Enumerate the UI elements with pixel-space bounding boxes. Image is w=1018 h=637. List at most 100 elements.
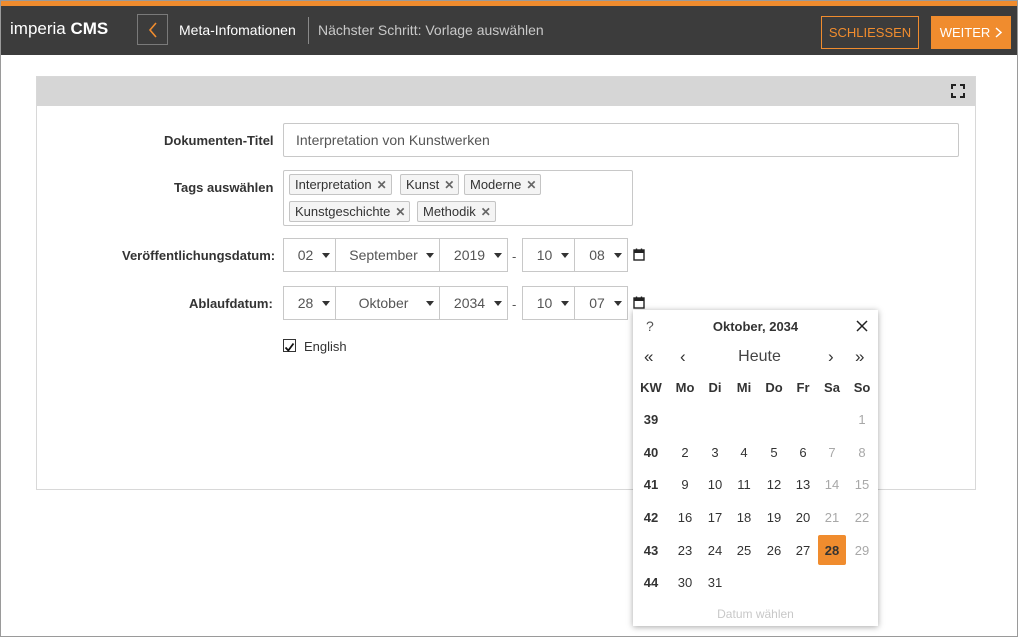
pub-year-select[interactable]: 2019 bbox=[439, 238, 508, 272]
exp-minute-select[interactable]: 07 bbox=[574, 286, 628, 320]
pub-date-label: Veröffentlichungsdatum: bbox=[122, 248, 276, 263]
pub-minute-select[interactable]: 08 bbox=[574, 238, 628, 272]
week-number: 40 bbox=[643, 444, 659, 460]
pub-day-select[interactable]: 02 bbox=[283, 238, 336, 272]
caret-down-icon bbox=[322, 301, 330, 306]
caret-down-icon bbox=[561, 253, 569, 258]
remove-tag-icon[interactable]: ✕ bbox=[395, 205, 405, 219]
calendar-day[interactable]: 15 bbox=[848, 469, 876, 499]
back-button[interactable] bbox=[137, 14, 168, 45]
calendar-day[interactable]: 6 bbox=[789, 437, 817, 467]
week-number: 44 bbox=[643, 574, 659, 590]
calendar-day[interactable]: 12 bbox=[760, 469, 788, 499]
exp-month-select[interactable]: Oktober bbox=[335, 286, 440, 320]
calendar-day[interactable]: 23 bbox=[671, 535, 699, 565]
today-button[interactable]: Heute bbox=[633, 348, 886, 366]
calendar-icon[interactable] bbox=[633, 248, 645, 261]
calendar-icon[interactable] bbox=[633, 296, 645, 309]
top-bar: imperia CMS Meta-Infomationen Nächster S… bbox=[1, 1, 1017, 55]
calendar-day[interactable]: 10 bbox=[701, 469, 729, 499]
calendar-day[interactable]: 11 bbox=[730, 469, 758, 499]
week-number: 39 bbox=[643, 411, 659, 427]
calendar-day[interactable]: 4 bbox=[730, 437, 758, 467]
calendar-day[interactable]: 9 bbox=[671, 469, 699, 499]
calendar-day[interactable]: 13 bbox=[789, 469, 817, 499]
remove-tag-icon[interactable]: ✕ bbox=[481, 205, 491, 219]
calendar-day[interactable]: 21 bbox=[818, 502, 846, 532]
close-icon[interactable] bbox=[856, 320, 868, 332]
remove-tag-icon[interactable]: ✕ bbox=[526, 178, 536, 192]
caret-down-icon bbox=[426, 301, 434, 306]
doc-title-input[interactable] bbox=[283, 123, 959, 157]
calendar-day[interactable]: 30 bbox=[671, 567, 699, 597]
calendar-day[interactable]: 27 bbox=[789, 535, 817, 565]
weekday-header: Mi bbox=[736, 380, 752, 395]
calendar-day[interactable]: 26 bbox=[760, 535, 788, 565]
caret-down-icon bbox=[426, 253, 434, 258]
weekday-header: Do bbox=[765, 380, 783, 395]
brand-logo: imperia CMS bbox=[10, 19, 109, 38]
next-month-button[interactable]: › bbox=[828, 347, 834, 367]
header-divider bbox=[308, 17, 309, 44]
exp-day-select[interactable]: 28 bbox=[283, 286, 336, 320]
caret-down-icon bbox=[561, 301, 569, 306]
pub-hour-select[interactable]: 10 bbox=[522, 238, 575, 272]
calendar-day[interactable]: 2 bbox=[671, 437, 699, 467]
english-checkbox[interactable] bbox=[283, 339, 296, 352]
remove-tag-icon[interactable]: ✕ bbox=[377, 178, 387, 192]
close-button[interactable]: SCHLIESSEN bbox=[821, 16, 919, 49]
date-time-separator: - bbox=[512, 249, 517, 264]
tags-input[interactable]: Interpretation ✕ Kunst ✕ Moderne ✕ Kunstges… bbox=[283, 170, 633, 226]
calendar-day[interactable]: 18 bbox=[730, 502, 758, 532]
tag-chip: Methodik ✕ bbox=[417, 201, 496, 222]
english-label: English bbox=[304, 339, 347, 354]
caret-down-icon bbox=[494, 301, 502, 306]
week-number: 42 bbox=[643, 509, 659, 525]
calendar-day[interactable]: 3 bbox=[701, 437, 729, 467]
next-button-label: WEITER bbox=[939, 25, 991, 40]
calendar-day[interactable]: 22 bbox=[848, 502, 876, 532]
exp-date-label: Ablaufdatum: bbox=[189, 296, 273, 311]
week-number: 43 bbox=[643, 542, 659, 558]
weekday-header: So bbox=[853, 380, 871, 395]
week-number: 41 bbox=[643, 476, 659, 492]
weekday-header: Sa bbox=[824, 380, 840, 395]
calendar-day[interactable]: 17 bbox=[701, 502, 729, 532]
calendar-day[interactable]: 16 bbox=[671, 502, 699, 532]
chevron-left-icon bbox=[148, 21, 157, 38]
calendar-day[interactable]: 20 bbox=[789, 502, 817, 532]
checkmark-icon bbox=[284, 342, 295, 352]
tag-chip: Moderne ✕ bbox=[464, 174, 542, 195]
calendar-day-selected[interactable]: 28 bbox=[818, 535, 846, 565]
fullscreen-icon[interactable] bbox=[951, 84, 965, 98]
tag-chip: Kunstgeschichte ✕ bbox=[289, 201, 411, 222]
calendar-day[interactable]: 19 bbox=[760, 502, 788, 532]
calendar-day[interactable]: 7 bbox=[818, 437, 846, 467]
next-button[interactable]: WEITER bbox=[931, 16, 1011, 49]
next-year-button[interactable]: » bbox=[855, 347, 864, 367]
remove-tag-icon[interactable]: ✕ bbox=[444, 178, 454, 192]
panel-header bbox=[37, 77, 975, 106]
doc-title-label: Dokumenten-Titel bbox=[164, 133, 274, 148]
weekday-header: KW bbox=[640, 380, 662, 395]
tag-chip: Interpretation ✕ bbox=[289, 174, 392, 195]
chevron-right-icon bbox=[995, 27, 1003, 38]
exp-hour-select[interactable]: 10 bbox=[522, 286, 575, 320]
calendar-day[interactable]: 29 bbox=[848, 535, 876, 565]
tag-chip: Kunst ✕ bbox=[400, 174, 460, 195]
exp-year-select[interactable]: 2034 bbox=[439, 286, 508, 320]
calendar-day[interactable]: 8 bbox=[848, 437, 876, 467]
next-step-text: Nächster Schritt: Vorlage auswählen bbox=[318, 22, 544, 38]
caret-down-icon bbox=[494, 253, 502, 258]
calendar-day[interactable]: 14 bbox=[818, 469, 846, 499]
choose-date-hint: Datum wählen bbox=[717, 607, 794, 621]
calendar-day[interactable]: 24 bbox=[701, 535, 729, 565]
calendar-day[interactable]: 25 bbox=[730, 535, 758, 565]
calendar-day[interactable]: 5 bbox=[760, 437, 788, 467]
date-picker-popup: ? Oktober, 2034 « ‹ Heute › » KW Mo Di M… bbox=[633, 310, 878, 626]
weekday-header: Di bbox=[708, 380, 722, 395]
calendar-day[interactable]: 31 bbox=[701, 567, 729, 597]
pub-month-select[interactable]: September bbox=[335, 238, 440, 272]
calendar-day[interactable]: 1 bbox=[848, 404, 876, 434]
weekday-header: Mo bbox=[675, 380, 695, 395]
